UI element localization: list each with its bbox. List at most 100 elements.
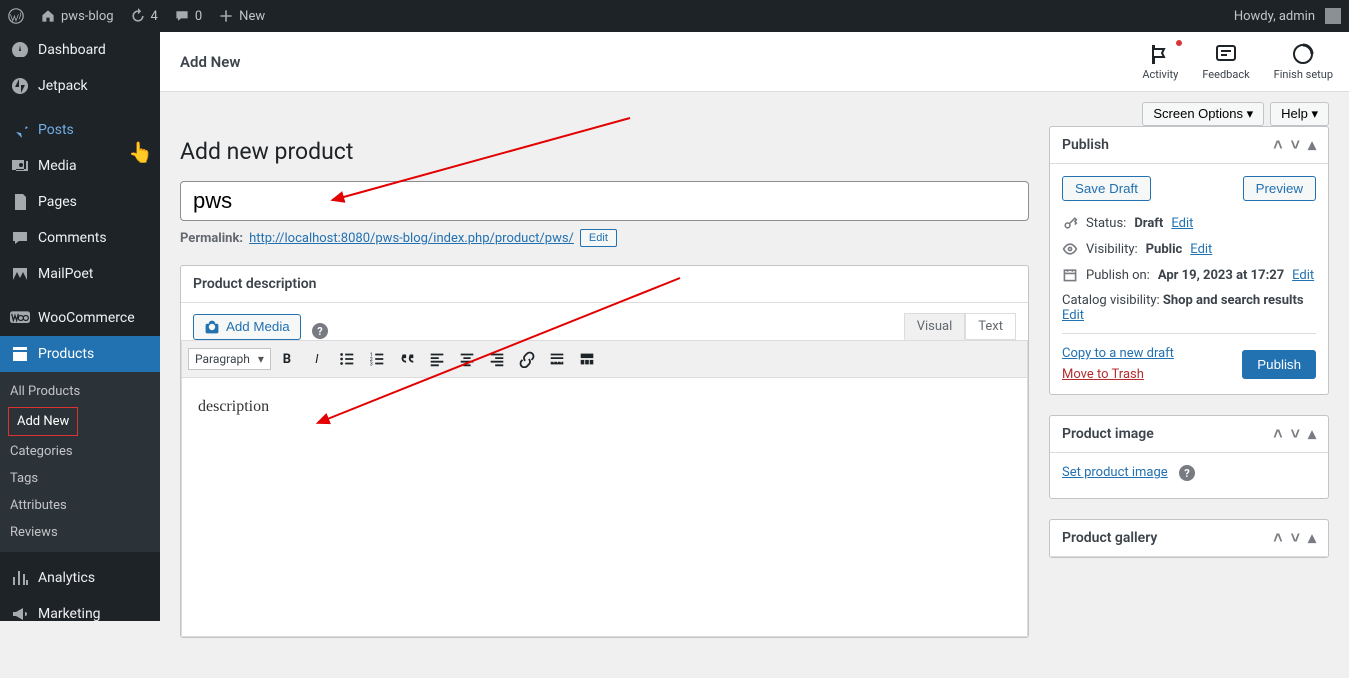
schedule-edit-link[interactable]: Edit — [1292, 268, 1314, 283]
help-tab[interactable]: Help ▾ — [1270, 102, 1329, 126]
menu-mailpoet[interactable]: MailPoet — [0, 256, 160, 292]
menu-analytics[interactable]: Analytics — [0, 560, 160, 596]
avatar-icon — [1325, 8, 1341, 24]
updates-count: 4 — [151, 9, 158, 24]
submenu-all-products[interactable]: All Products — [0, 378, 160, 405]
help-icon[interactable]: ? — [312, 323, 328, 339]
menu-label: Jetpack — [38, 78, 88, 94]
site-name: pws-blog — [61, 9, 114, 24]
finish-button[interactable]: Finish setup — [1274, 42, 1333, 81]
howdy-text: Howdy, admin — [1234, 9, 1315, 24]
submenu-attributes[interactable]: Attributes — [0, 492, 160, 519]
updates-link[interactable]: 4 — [122, 0, 166, 32]
italic-button[interactable]: I — [303, 345, 331, 373]
copy-draft-link[interactable]: Copy to a new draft — [1062, 346, 1174, 361]
menu-jetpack[interactable]: Jetpack — [0, 68, 160, 104]
publish-button[interactable]: Publish — [1242, 350, 1316, 379]
menu-label: Posts — [38, 122, 74, 138]
move-down-icon[interactable]: ˅ — [1291, 530, 1300, 546]
analytics-icon — [10, 568, 30, 588]
preview-button[interactable]: Preview — [1243, 176, 1316, 201]
pages-icon — [10, 192, 30, 212]
align-right-icon — [488, 350, 506, 368]
move-up-icon[interactable]: ˄ — [1273, 530, 1282, 546]
user-menu[interactable]: Howdy, admin — [1226, 0, 1349, 32]
submenu-add-new[interactable]: Add New — [8, 407, 78, 436]
text-tab[interactable]: Text — [965, 313, 1016, 340]
toggle-icon[interactable]: ▴ — [1308, 426, 1316, 442]
trash-link[interactable]: Move to Trash — [1062, 367, 1144, 382]
menu-products[interactable]: Products — [0, 336, 160, 372]
menu-comments[interactable]: Comments — [0, 220, 160, 256]
quote-icon — [398, 350, 416, 368]
visibility-label: Visibility: — [1086, 242, 1138, 257]
comments-link[interactable]: 0 — [166, 0, 210, 32]
set-product-image-link[interactable]: Set product image — [1062, 465, 1168, 480]
visibility-value: Public — [1146, 242, 1183, 257]
site-link[interactable]: pws-blog — [32, 0, 122, 32]
add-media-button[interactable]: Add Media — [193, 314, 301, 340]
comments-count: 0 — [195, 9, 202, 24]
hand-cursor-icon: 👆 — [128, 140, 153, 164]
chat-icon — [1214, 42, 1238, 66]
menu-marketing[interactable]: Marketing — [0, 596, 160, 632]
page-heading: Add new product — [180, 138, 1029, 165]
header-title: Add New — [180, 53, 240, 71]
kitchen-sink-icon — [578, 350, 596, 368]
eye-icon — [1062, 241, 1078, 257]
toggle-icon[interactable]: ▴ — [1308, 137, 1316, 153]
move-down-icon[interactable]: ˅ — [1291, 137, 1300, 153]
calendar-icon — [1062, 267, 1078, 283]
main-area: Add New Activity Feedback Finish setup S… — [160, 32, 1349, 621]
new-link[interactable]: New — [210, 0, 273, 32]
product-gallery-box: Product gallery ˄˅▴ — [1049, 519, 1329, 558]
menu-label: Media — [38, 158, 77, 174]
save-draft-button[interactable]: Save Draft — [1062, 176, 1151, 201]
screen-options-tab[interactable]: Screen Options ▾ — [1142, 102, 1264, 126]
menu-label: Comments — [38, 230, 107, 246]
visibility-edit-link[interactable]: Edit — [1190, 242, 1212, 257]
quote-button[interactable] — [393, 345, 421, 373]
align-right-button[interactable] — [483, 345, 511, 373]
wp-logo[interactable] — [0, 0, 32, 32]
link-button[interactable] — [513, 345, 541, 373]
align-center-button[interactable] — [453, 345, 481, 373]
editor-content[interactable]: description — [181, 377, 1028, 637]
menu-label: Dashboard — [38, 42, 106, 58]
action-label: Activity — [1142, 68, 1178, 81]
catalog-edit-link[interactable]: Edit — [1062, 308, 1084, 323]
permalink-label: Permalink: — [180, 231, 243, 246]
visual-tab[interactable]: Visual — [904, 313, 966, 340]
products-icon — [10, 344, 30, 364]
submenu-tags[interactable]: Tags — [0, 465, 160, 492]
status-edit-link[interactable]: Edit — [1171, 216, 1193, 231]
product-title-input[interactable] — [180, 181, 1029, 221]
permalink-edit-button[interactable]: Edit — [580, 229, 617, 247]
megaphone-icon — [10, 604, 30, 624]
status-label: Status: — [1086, 216, 1126, 231]
permalink-link[interactable]: http://localhost:8080/pws-blog/index.php… — [249, 231, 574, 246]
bold-button[interactable]: B — [273, 345, 301, 373]
move-down-icon[interactable]: ˅ — [1291, 426, 1300, 442]
move-up-icon[interactable]: ˄ — [1273, 426, 1282, 442]
feedback-button[interactable]: Feedback — [1202, 42, 1249, 81]
toggle-icon[interactable]: ▴ — [1308, 530, 1316, 546]
submenu-reviews[interactable]: Reviews — [0, 519, 160, 546]
format-select[interactable]: Paragraph — [188, 348, 271, 370]
move-up-icon[interactable]: ˄ — [1273, 137, 1282, 153]
admin-sidebar: Dashboard Jetpack Posts Media Pages Comm… — [0, 32, 160, 621]
menu-pages[interactable]: Pages — [0, 184, 160, 220]
submenu-categories[interactable]: Categories — [0, 438, 160, 465]
dashboard-icon — [10, 40, 30, 60]
activity-button[interactable]: Activity — [1142, 42, 1178, 81]
help-icon[interactable]: ? — [1179, 465, 1195, 481]
toolbar-toggle-button[interactable] — [573, 345, 601, 373]
more-button[interactable] — [543, 345, 571, 373]
menu-dashboard[interactable]: Dashboard — [0, 32, 160, 68]
list-ul-icon — [338, 350, 356, 368]
action-label: Feedback — [1202, 68, 1249, 81]
ul-button[interactable] — [333, 345, 361, 373]
ol-button[interactable]: 123 — [363, 345, 391, 373]
menu-woocommerce[interactable]: WooCommerce — [0, 300, 160, 336]
align-left-button[interactable] — [423, 345, 451, 373]
